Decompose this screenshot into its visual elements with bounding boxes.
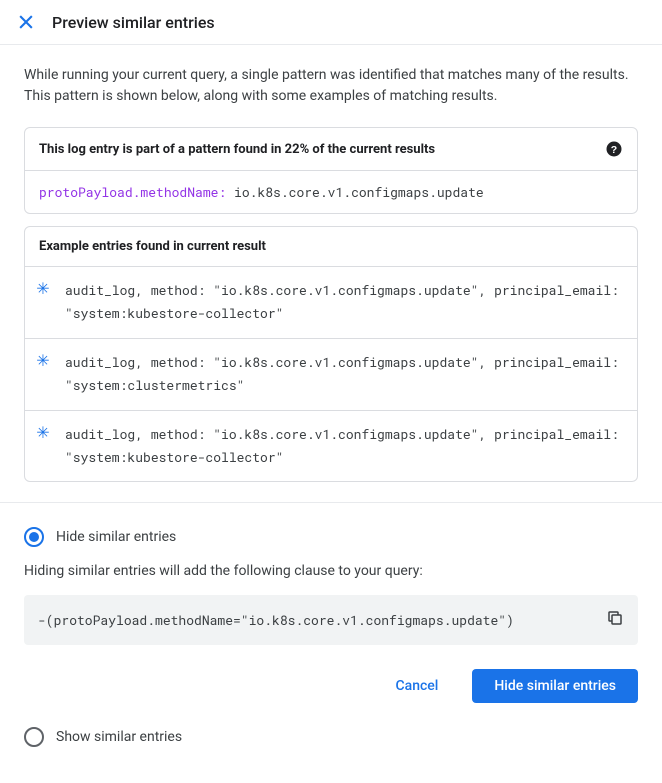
pattern-value: io.k8s.core.v1.configmaps.update [234,183,484,201]
dialog-content: While running your current query, a sing… [0,45,662,783]
svg-text:?: ? [611,144,617,156]
example-icon-cell: ✳ [25,267,61,311]
burst-icon: ✳ [36,353,49,369]
dialog-header: Preview similar entries [0,0,662,45]
example-box: Example entries found in current result … [24,226,638,482]
example-text: audit_log, method: "io.k8s.core.v1.confi… [61,339,637,410]
radio-hide-label: Hide similar entries [56,529,176,545]
pattern-header-text: This log entry is part of a pattern foun… [39,142,435,157]
close-button[interactable] [16,12,36,32]
copy-button[interactable] [606,609,624,631]
hide-similar-button[interactable]: Hide similar entries [472,669,638,703]
example-header: Example entries found in current result [25,227,637,267]
hide-description: Hiding similar entries will add the foll… [24,563,638,579]
cancel-button[interactable]: Cancel [374,669,461,703]
example-icon-cell: ✳ [25,339,61,383]
description-text: While running your current query, a sing… [24,65,638,107]
pattern-box: This log entry is part of a pattern foun… [24,127,638,214]
pattern-code: protoPayload.methodName: io.k8s.core.v1.… [25,171,637,213]
example-text: audit_log, method: "io.k8s.core.v1.confi… [61,267,637,338]
help-icon[interactable]: ? [605,140,623,158]
pattern-key: protoPayload.methodName: [39,183,226,201]
example-icon-cell: ✳ [25,411,61,455]
radio-hide-row[interactable]: Hide similar entries [24,527,638,547]
close-icon [16,12,36,32]
radio-hide[interactable] [24,527,44,547]
example-row: ✳ audit_log, method: "io.k8s.core.v1.con… [25,339,637,411]
example-row: ✳ audit_log, method: "io.k8s.core.v1.con… [25,411,637,482]
burst-icon: ✳ [36,425,49,441]
radio-show-row[interactable]: Show similar entries [24,727,638,747]
radio-show-label: Show similar entries [56,729,182,745]
divider [0,502,662,503]
copy-icon [606,609,624,627]
query-clause-box: -(protoPayload.methodName="io.k8s.core.v… [24,595,638,645]
example-row: ✳ audit_log, method: "io.k8s.core.v1.con… [25,267,637,339]
radio-show[interactable] [24,727,44,747]
dialog-title: Preview similar entries [52,13,215,32]
example-text: audit_log, method: "io.k8s.core.v1.confi… [61,411,637,482]
button-row: Cancel Hide similar entries [24,669,638,703]
burst-icon: ✳ [36,281,49,297]
query-clause-text: -(protoPayload.methodName="io.k8s.core.v… [38,611,514,629]
pattern-header: This log entry is part of a pattern foun… [25,128,637,171]
